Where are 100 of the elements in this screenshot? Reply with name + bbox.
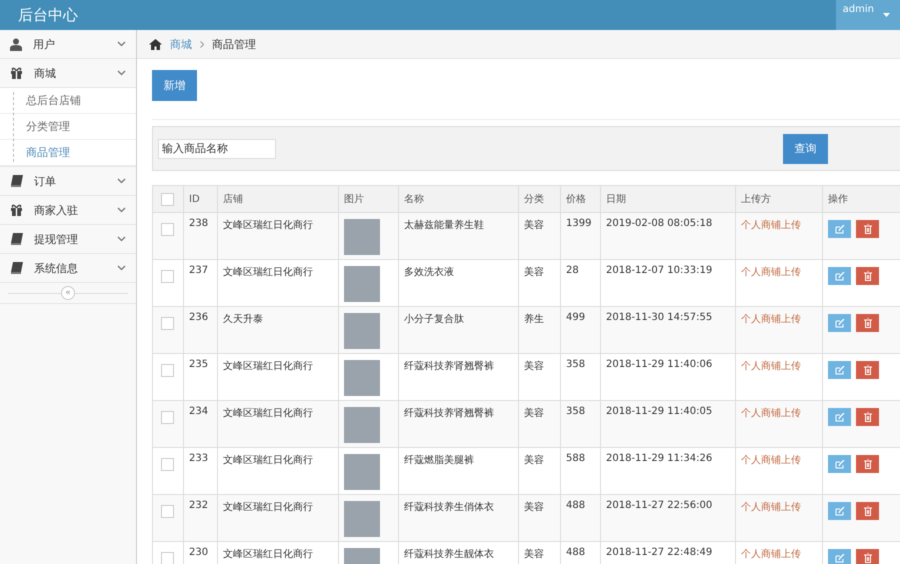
column-header: 名称 <box>398 186 518 212</box>
table-cell: 久天升泰 <box>218 306 338 354</box>
edit-icon <box>834 506 844 516</box>
edit-button[interactable] <box>828 220 851 238</box>
breadcrumb-link[interactable]: 商城 <box>170 36 192 52</box>
table-cell: 美容 <box>518 494 560 542</box>
checkbox[interactable] <box>161 505 174 518</box>
add-button[interactable]: 新增 <box>152 70 197 101</box>
column-header: 上传方 <box>736 186 822 212</box>
column-header: ID <box>184 186 218 212</box>
edit-button[interactable] <box>828 267 851 285</box>
table-cell: 纤蔻科技养肾翘臀裤 <box>398 400 518 448</box>
submenu-item[interactable]: 商品管理 <box>0 140 136 166</box>
gift-icon <box>10 204 23 216</box>
trash-icon <box>864 271 872 281</box>
chevron-down-icon <box>117 207 126 213</box>
table-cell: 文峰区瑞红日化商行 <box>218 212 338 260</box>
edit-icon <box>834 272 844 280</box>
column-header: 分类 <box>518 186 560 212</box>
table-cell: 美容 <box>518 212 560 260</box>
table-cell: 2019-02-08 08:05:18 <box>600 212 736 260</box>
uploader-text: 个人商铺上传 <box>736 212 822 260</box>
submenu-item[interactable]: 分类管理 <box>0 114 136 140</box>
trash-icon <box>864 365 872 375</box>
table-cell: 499 <box>560 306 600 354</box>
table-cell: 358 <box>560 400 600 448</box>
uploader-text: 个人商铺上传 <box>736 306 822 354</box>
edit-button[interactable] <box>828 549 851 564</box>
table-cell: 文峰区瑞红日化商行 <box>218 494 338 542</box>
delete-button[interactable] <box>856 408 879 426</box>
column-header: 店铺 <box>218 186 338 212</box>
column-header: 图片 <box>338 186 398 212</box>
caret-icon <box>883 13 890 17</box>
delete-button[interactable] <box>856 267 879 285</box>
book-icon <box>10 175 23 187</box>
table-cell: 488 <box>560 494 600 542</box>
column-header: 操作 <box>822 186 900 212</box>
trash-icon <box>864 459 872 469</box>
trash-icon <box>864 224 872 234</box>
photo-placeholder <box>344 360 380 396</box>
photo-placeholder <box>344 313 380 349</box>
delete-button[interactable] <box>856 314 879 332</box>
table-cell: 2018-11-29 11:40:05 <box>600 400 736 448</box>
edit-icon <box>834 366 844 374</box>
edit-icon <box>834 318 844 328</box>
delete-button[interactable] <box>856 455 879 473</box>
book-icon <box>10 233 23 245</box>
edit-button[interactable] <box>828 455 851 473</box>
checkbox[interactable] <box>161 411 174 424</box>
table-cell: 文峰区瑞红日化商行 <box>218 400 338 448</box>
table-cell: 2018-11-27 22:56:00 <box>600 494 736 542</box>
trash-icon <box>864 506 872 516</box>
uploader-text: 个人商铺上传 <box>736 494 822 542</box>
user-icon <box>10 38 22 50</box>
app-title: 后台中心 <box>17 6 78 24</box>
checkbox[interactable] <box>161 552 174 564</box>
gift-icon <box>10 67 23 79</box>
table-cell: 234 <box>184 400 218 448</box>
table-cell: 美容 <box>518 400 560 448</box>
edit-button[interactable] <box>828 361 851 379</box>
edit-button[interactable] <box>828 314 851 332</box>
chevron-down-icon <box>117 41 126 47</box>
edit-button[interactable] <box>828 408 851 426</box>
photo-placeholder <box>344 266 380 302</box>
edit-icon <box>834 460 844 468</box>
edit-button[interactable] <box>828 502 851 520</box>
uploader-text: 个人商铺上传 <box>736 400 822 448</box>
photo-placeholder <box>344 501 380 537</box>
checkbox[interactable] <box>161 317 174 330</box>
table-cell: 1399 <box>560 212 600 260</box>
chevron-right-icon <box>200 40 204 48</box>
submenu-item[interactable]: 总后台店铺 <box>0 88 136 114</box>
trash-icon <box>864 318 872 328</box>
photo-placeholder <box>344 407 380 443</box>
delete-button[interactable] <box>856 502 879 520</box>
book-icon <box>10 262 23 274</box>
column-header: 价格 <box>560 186 600 212</box>
trash-icon <box>864 412 872 422</box>
search-button[interactable]: 查询 <box>783 134 828 164</box>
table-cell: 232 <box>184 494 218 542</box>
delete-button[interactable] <box>856 361 879 379</box>
collapse-button[interactable]: « <box>61 286 75 300</box>
table-cell: 238 <box>184 212 218 260</box>
edit-icon <box>834 554 844 562</box>
delete-button[interactable] <box>856 549 879 564</box>
search-field[interactable]: 输入商品名称 <box>158 138 276 158</box>
delete-button[interactable] <box>856 220 879 238</box>
table-cell: 236 <box>184 306 218 354</box>
edit-icon <box>834 412 844 422</box>
breadcrumb-current: 商品管理 <box>212 36 256 52</box>
checkbox[interactable] <box>161 364 174 377</box>
table-cell: 太赫兹能量养生鞋 <box>398 212 518 260</box>
table-cell: 纤蔻科技养生俏体衣 <box>398 494 518 542</box>
checkbox[interactable] <box>161 223 174 236</box>
checkbox[interactable] <box>161 192 174 206</box>
checkbox[interactable] <box>161 270 174 283</box>
checkbox[interactable] <box>161 458 174 471</box>
chevron-down-icon <box>117 178 126 184</box>
home-icon <box>149 38 162 50</box>
chevron-down-icon <box>117 70 126 76</box>
